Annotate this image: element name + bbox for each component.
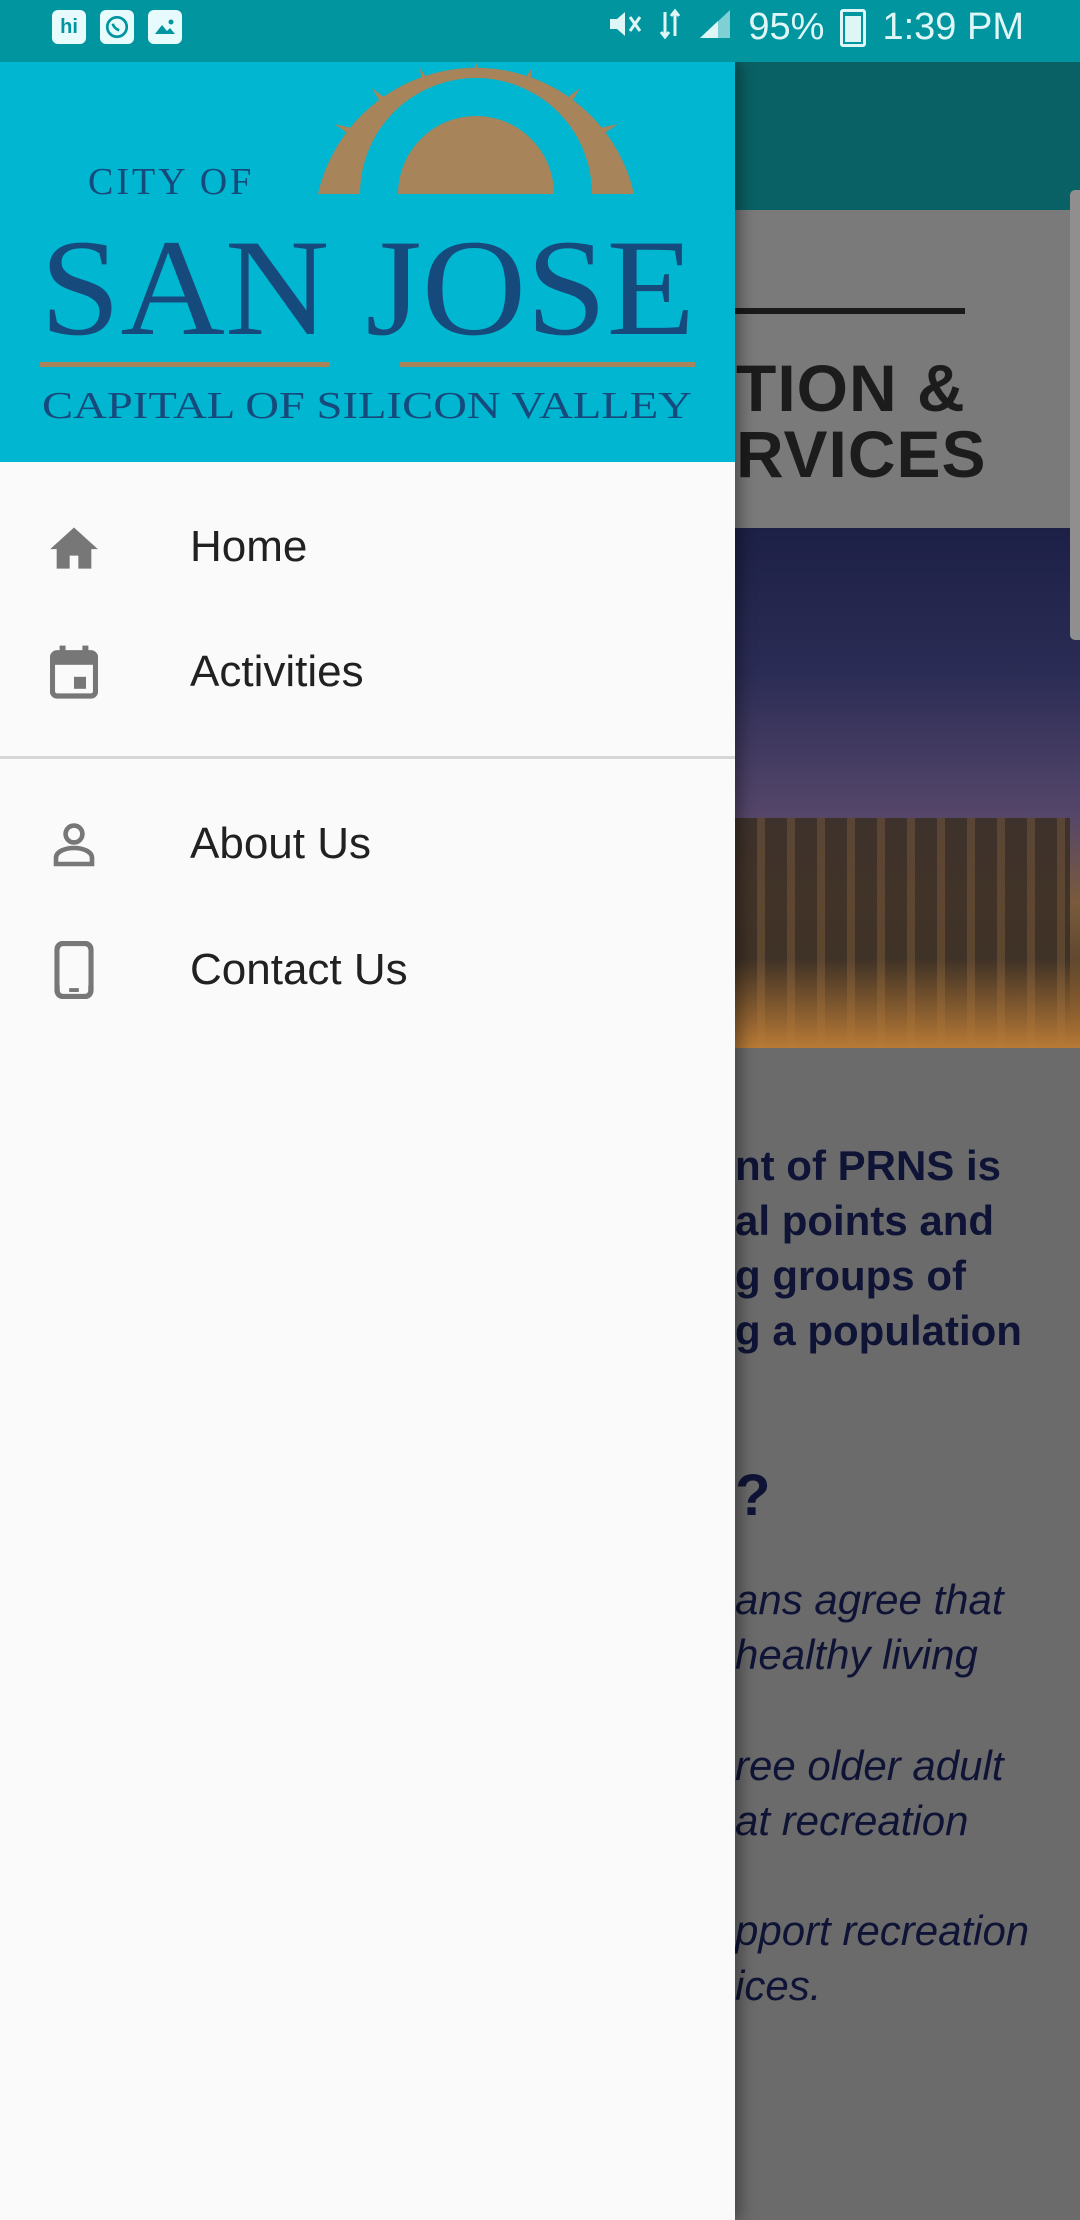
background-scroll-indicator [1070,190,1080,640]
hi-messenger-icon: hi [52,10,86,44]
menu-item-label: About Us [190,819,371,868]
battery-icon [840,8,867,47]
background-paragraph-2: ans agree that healthy living [735,1572,1055,1682]
navigation-drawer: CITY OF SAN JOSE CAPITAL OF SILICON VALL… [0,62,735,2220]
logo-rule-left [40,362,330,367]
text-line: g groups of [735,1252,966,1299]
status-bar: hi 95% 1:39 PM [0,0,1080,62]
whatsapp-icon [100,10,134,44]
menu-item-home[interactable]: Home [0,485,735,609]
signal-icon [698,8,732,48]
text-line: g a population [735,1307,1022,1354]
clock: 1:39 PM [882,6,1024,48]
text-line: nt of PRNS is [735,1142,1002,1189]
data-icon [658,8,682,48]
home-icon [44,517,104,577]
system-status: 95% 1:39 PM [608,6,1024,49]
drawer-header: CITY OF SAN JOSE CAPITAL OF SILICON VALL… [0,62,735,462]
text-line: al points and [735,1197,995,1244]
city-lights [735,958,1080,1048]
menu-item-label: Activities [190,647,364,696]
menu-item-about-us[interactable]: About Us [0,782,735,906]
city-logo: CITY OF SAN JOSE CAPITAL OF SILICON VALL… [40,62,695,427]
sun-emblem [318,62,634,194]
text-line: ices. [735,1962,822,2009]
text-line: pport recreation [735,1907,1030,1954]
background-title: TION & RVICES [736,355,987,487]
background-title-rule [735,308,965,314]
gallery-icon [148,10,182,44]
logo-san-jose: SAN JOSE [40,211,695,364]
background-paragraph-4: pport recreation ices. [735,1903,1055,2013]
battery-percent: 95% [748,6,825,48]
text-line: healthy living [735,1631,978,1678]
logo-city-of: CITY OF [88,161,254,203]
text-line: at recreation [735,1797,969,1844]
menu-item-label: Contact Us [190,945,408,994]
calendar-icon [44,642,104,702]
logo-rule-right [400,362,695,367]
menu-item-contact-us[interactable]: Contact Us [0,908,735,1032]
person-icon [44,814,104,874]
mute-icon [608,9,642,47]
background-question: ? [735,1463,771,1528]
menu-item-label: Home [190,522,308,571]
text-line: ans agree that [735,1576,1004,1623]
background-paragraph-3: ree older adult at recreation [735,1738,1055,1848]
background-title-line2: RVICES [736,417,987,491]
background-paragraph-1: nt of PRNS is al points and g groups of … [735,1138,1055,1358]
menu-divider [0,756,735,759]
background-title-line1: TION & [736,351,966,425]
text-line: ree older adult [735,1742,1004,1789]
menu-item-activities[interactable]: Activities [0,610,735,734]
logo-tagline: CAPITAL OF SILICON VALLEY [42,385,692,427]
phone-icon [44,940,104,1000]
notification-icons: hi [52,10,182,44]
